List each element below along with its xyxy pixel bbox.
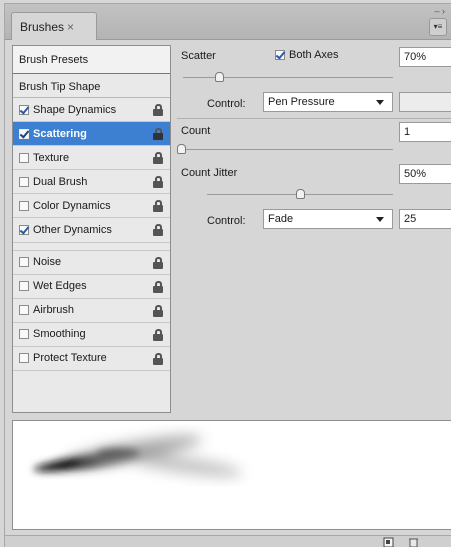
scatter-control-steps-field — [399, 92, 451, 112]
count-jitter-control-label: Control: — [207, 215, 246, 227]
option-label: Protect Texture — [33, 352, 107, 365]
option-label: Scattering — [33, 127, 87, 140]
scattering-settings: Scatter Both Axes 70% Control: Pen Press… — [177, 45, 451, 413]
option-label: Airbrush — [33, 304, 74, 317]
lock-icon[interactable] — [153, 128, 164, 141]
option-label: Noise — [33, 256, 62, 269]
option-checkbox[interactable] — [19, 225, 29, 236]
stroke-preview-image — [33, 435, 243, 477]
count-jitter-slider-handle[interactable] — [296, 189, 305, 199]
option-label: Other Dynamics — [33, 224, 112, 237]
lock-icon[interactable] — [153, 104, 164, 116]
brush-tip-shape-item[interactable]: Brush Tip Shape — [13, 74, 170, 98]
count-jitter-label: Count Jitter — [181, 167, 238, 179]
brush-option-wet-edges[interactable]: Wet Edges — [13, 275, 170, 299]
option-checkbox[interactable] — [19, 104, 29, 115]
brush-option-smoothing[interactable]: Smoothing — [13, 323, 170, 347]
option-checkbox[interactable] — [19, 329, 29, 340]
option-checkbox[interactable] — [19, 305, 29, 316]
option-label: Smoothing — [33, 328, 86, 341]
brush-option-airbrush[interactable]: Airbrush — [13, 299, 170, 323]
option-checkbox[interactable] — [19, 257, 29, 268]
tab-bar: Brushes × – › ▾≡ — [5, 4, 451, 40]
lock-icon[interactable] — [153, 256, 164, 269]
brush-presets-label: Brush Presets — [19, 54, 89, 66]
lock-icon[interactable] — [153, 304, 164, 317]
option-label: Dual Brush — [33, 175, 88, 188]
lock-icon[interactable] — [153, 280, 164, 293]
chevron-down-icon — [376, 217, 384, 222]
lock-icon[interactable] — [153, 352, 164, 365]
scatter-slider-handle[interactable] — [214, 72, 224, 82]
option-checkbox[interactable] — [19, 128, 29, 139]
option-checkbox[interactable] — [19, 152, 29, 163]
brush-option-texture[interactable]: Texture — [13, 146, 170, 171]
option-checkbox[interactable] — [19, 176, 29, 187]
lock-icon[interactable] — [153, 152, 164, 165]
option-label: Color Dynamics — [33, 199, 111, 212]
option-checkbox[interactable] — [19, 353, 29, 364]
scatter-control-value: Pen Pressure — [268, 96, 335, 108]
fade-steps-field[interactable]: 25 — [399, 209, 451, 229]
brush-option-other-dynamics[interactable]: Other Dynamics — [13, 218, 170, 243]
option-label: Shape Dynamics — [33, 103, 117, 116]
chevron-down-icon — [376, 100, 384, 105]
count-slider-track[interactable] — [181, 149, 393, 150]
option-checkbox[interactable] — [19, 200, 29, 211]
count-jitter-value-field[interactable]: 50% — [399, 164, 451, 184]
lock-icon[interactable] — [153, 176, 164, 189]
option-checkbox[interactable] — [19, 281, 29, 292]
count-jitter-control-select[interactable]: Fade — [263, 209, 393, 229]
lock-icon[interactable] — [153, 328, 164, 341]
lock-icon[interactable] — [153, 200, 164, 213]
count-value-field[interactable]: 1 — [399, 122, 451, 142]
collapse-icon[interactable]: – › — [434, 6, 445, 16]
brush-option-shape-dynamics[interactable]: Shape Dynamics — [13, 98, 170, 123]
list-divider — [13, 243, 170, 251]
scatter-control-label: Control: — [207, 98, 246, 110]
tab-close-icon[interactable]: × — [67, 20, 74, 34]
tab-brushes[interactable]: Brushes × — [11, 12, 97, 40]
panel-menu-icon[interactable]: ▾≡ — [429, 18, 447, 36]
section-divider — [177, 118, 451, 119]
count-jitter-control-value: Fade — [268, 213, 294, 225]
tab-title: Brushes — [20, 20, 65, 34]
both-axes-check[interactable] — [275, 50, 285, 60]
brush-tip-shape-label: Brush Tip Shape — [19, 81, 101, 93]
brush-options-list: Brush Presets Brush Tip Shape Shape Dyna… — [12, 45, 171, 413]
brush-presets-button[interactable]: Brush Presets — [13, 46, 170, 74]
option-label: Texture — [33, 151, 70, 164]
brushes-panel: Brushes × – › ▾≡ Brush Presets Brush Tip … — [4, 3, 451, 547]
both-axes-checkbox[interactable]: Both Axes — [275, 49, 339, 61]
brush-option-scattering[interactable]: Scattering — [13, 122, 170, 147]
brush-option-color-dynamics[interactable]: Color Dynamics — [13, 194, 170, 219]
option-label: Wet Edges — [33, 280, 87, 293]
brush-option-noise[interactable]: Noise — [13, 251, 170, 275]
lock-icon[interactable] — [153, 224, 164, 237]
count-label: Count — [181, 125, 211, 137]
count-slider-handle[interactable] — [177, 144, 186, 154]
brush-option-protect-texture[interactable]: Protect Texture — [13, 347, 170, 372]
scatter-value-field[interactable]: 70% — [399, 47, 451, 67]
brush-stroke-preview — [12, 420, 451, 530]
scatter-control-select[interactable]: Pen Pressure — [263, 92, 393, 112]
trash-icon[interactable] — [408, 537, 420, 547]
panel-footer — [5, 535, 451, 547]
new-preset-icon[interactable] — [383, 537, 395, 547]
both-axes-label: Both Axes — [289, 49, 339, 61]
scatter-label: Scatter — [181, 50, 216, 62]
brush-option-dual-brush[interactable]: Dual Brush — [13, 170, 170, 195]
